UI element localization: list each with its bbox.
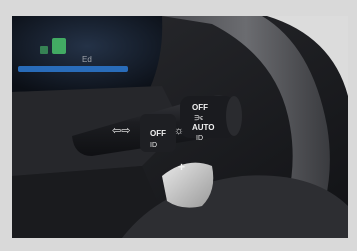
headlight-icon: ID xyxy=(150,142,157,149)
outer-off-label: OFF xyxy=(192,103,208,112)
sidelight-icon: ∋ϵ xyxy=(194,115,203,122)
cluster-readout: Ed xyxy=(82,55,92,64)
instrument-cluster: Ed xyxy=(12,16,163,92)
parking-light-icon: ☼ xyxy=(174,125,184,137)
inner-off-label: OFF xyxy=(150,129,166,138)
auto-label: AUTO xyxy=(192,123,215,132)
low-beam-icon: ID xyxy=(196,135,203,142)
turn-signal-arrows-icon: ⇦⇨ xyxy=(112,125,130,137)
paddle-plus-label: + xyxy=(178,160,185,174)
stalk-end-cap xyxy=(226,96,242,136)
car-interior-photo: Ed + ⇦⇨ OFF ID ☼ OFF ∋ϵ AUTO ID xyxy=(12,16,348,238)
photo-frame: Ed + ⇦⇨ OFF ID ☼ OFF ∋ϵ AUTO ID xyxy=(0,0,357,251)
scene-svg: Ed + ⇦⇨ OFF ID ☼ OFF ∋ϵ AUTO ID xyxy=(12,16,348,238)
